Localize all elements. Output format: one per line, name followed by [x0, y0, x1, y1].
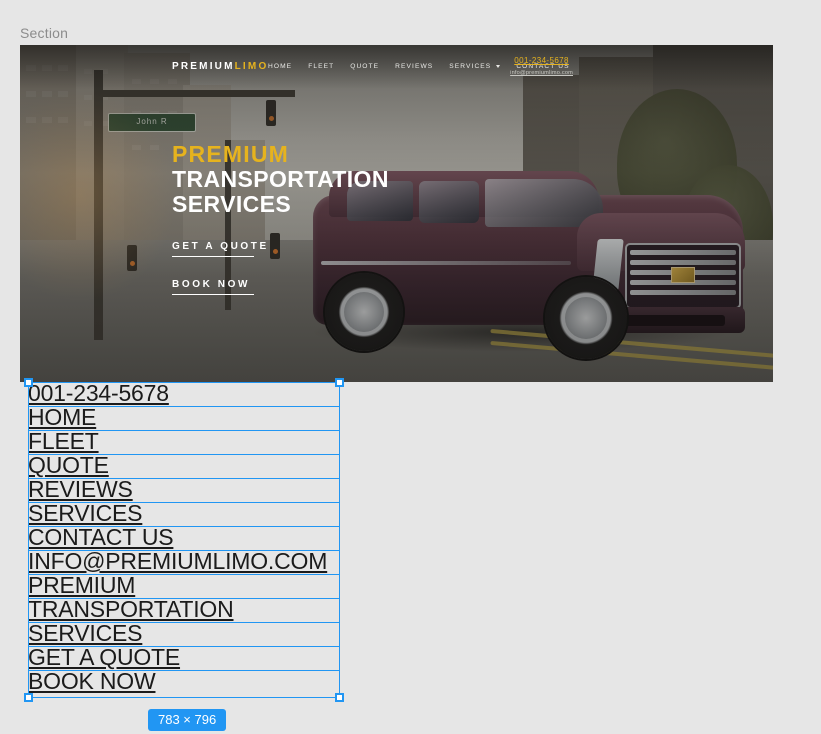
resize-handle-bottom-right[interactable] — [335, 693, 344, 702]
resize-handle-bottom-left[interactable] — [24, 693, 33, 702]
nav-link-services-label: SERVICES — [449, 63, 492, 70]
list-item[interactable]: SERVICES — [28, 621, 340, 645]
section-label: Section — [20, 25, 69, 41]
site-logo[interactable]: PREMIUMLIMO — [172, 61, 268, 72]
list-item[interactable]: INFO@PREMIUMLIMO.COM — [28, 549, 340, 573]
navbar-phone-link[interactable]: 001-234-5678 — [510, 55, 573, 67]
hero-headline-line-2: TRANSPORTATION — [172, 166, 389, 192]
hero-headline-line-1: PREMIUM — [172, 141, 290, 167]
nav-link-quote[interactable]: QUOTE — [350, 63, 379, 70]
nav-link-home[interactable]: HOME — [268, 63, 292, 70]
list-item[interactable]: 001-234-5678 — [28, 381, 340, 405]
list-item[interactable]: SERVICES — [28, 501, 340, 525]
nav-link-fleet[interactable]: FLEET — [308, 63, 334, 70]
hero-banner[interactable]: John R — [20, 45, 773, 382]
list-item[interactable]: FLEET — [28, 429, 340, 453]
get-a-quote-button[interactable]: GET A QUOTE — [172, 241, 266, 257]
selection-size-badge: 783 × 796 — [148, 709, 227, 731]
list-item[interactable]: CONTACT US — [28, 525, 340, 549]
list-item[interactable]: REVIEWS — [28, 477, 340, 501]
hero-overlay-tint — [20, 45, 773, 382]
site-navbar: PREMIUMLIMO HOME FLEET QUOTE REVIEWS SER… — [20, 45, 773, 89]
hero-background-photo: John R — [20, 45, 773, 382]
logo-primary-text: PREMIUM — [172, 61, 235, 72]
list-item[interactable]: BOOK NOW — [28, 669, 340, 693]
list-item[interactable]: PREMIUM — [28, 573, 340, 597]
nav-link-services[interactable]: SERVICES — [449, 63, 501, 70]
hero-headline-line-3: SERVICES — [172, 191, 292, 217]
navbar-email-link[interactable]: info@premiumlimo.com — [510, 69, 573, 77]
navbar-contact-block: 001-234-5678 info@premiumlimo.com — [510, 55, 573, 77]
logo-accent-text: LIMO — [234, 61, 269, 72]
hero-copy-block: PREMIUM TRANSPORTATION SERVICES GET A QU… — [172, 141, 389, 317]
list-item[interactable]: QUOTE — [28, 453, 340, 477]
list-item[interactable]: GET A QUOTE — [28, 645, 340, 669]
chevron-down-icon — [496, 64, 501, 68]
list-item[interactable]: TRANSPORTATION — [28, 597, 340, 621]
nav-link-reviews[interactable]: REVIEWS — [395, 63, 433, 70]
extracted-text-list: 001-234-5678 HOME FLEET QUOTE REVIEWS SE… — [28, 381, 340, 693]
list-item[interactable]: HOME — [28, 405, 340, 429]
book-now-button[interactable]: BOOK NOW — [172, 279, 254, 295]
hero-cta-group: GET A QUOTE BOOK NOW — [172, 241, 389, 295]
